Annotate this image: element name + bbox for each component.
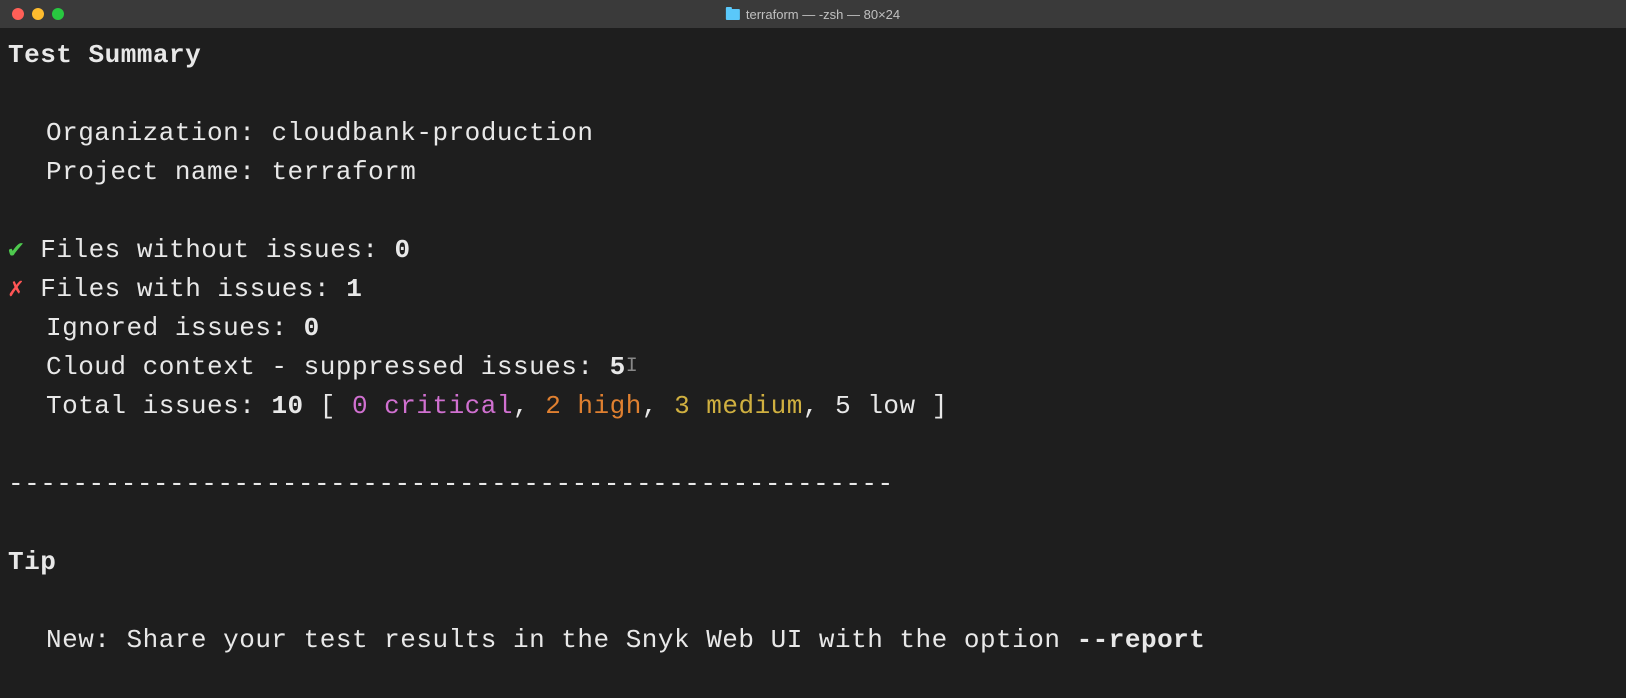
blank-line	[8, 426, 1618, 465]
ignored-label: Ignored issues:	[46, 313, 304, 343]
tip-flag: --report	[1077, 625, 1206, 655]
terminal-output[interactable]: Test Summary Organization: cloudbank-pro…	[0, 28, 1626, 668]
tip-row: New: Share your test results in the Snyk…	[8, 621, 1618, 660]
total-row: Total issues: 10 [ 0 critical, 2 high, 3…	[8, 387, 1618, 426]
low-count: 5 low	[835, 391, 916, 421]
x-icon: ✗	[8, 274, 24, 304]
traffic-lights	[12, 8, 64, 20]
organization-label: Organization:	[46, 118, 271, 148]
sep: ,	[803, 391, 835, 421]
title-text: terraform — -zsh — 80×24	[746, 7, 900, 22]
files-with-issues-label: Files with issues:	[40, 274, 346, 304]
ignored-row: Ignored issues: 0	[8, 309, 1618, 348]
total-value: 10	[271, 391, 303, 421]
suppressed-label: Cloud context - suppressed issues:	[46, 352, 610, 382]
maximize-button[interactable]	[52, 8, 64, 20]
suppressed-row: Cloud context - suppressed issues: 5I	[8, 348, 1618, 387]
files-without-issues-row: ✔ Files without issues: 0	[8, 231, 1618, 270]
minimize-button[interactable]	[32, 8, 44, 20]
text-cursor-icon: I	[626, 355, 639, 378]
blank-line	[8, 582, 1618, 621]
divider: ----------------------------------------…	[8, 465, 1618, 504]
suppressed-value: 5	[610, 352, 626, 382]
window-title: terraform — -zsh — 80×24	[726, 7, 900, 22]
critical-count: 0 critical	[352, 391, 513, 421]
files-with-issues-row: ✗ Files with issues: 1	[8, 270, 1618, 309]
files-without-issues-value: 0	[395, 235, 411, 265]
files-without-issues-label: Files without issues:	[40, 235, 394, 265]
sep: ,	[642, 391, 674, 421]
bracket-open: [	[304, 391, 352, 421]
tip-heading: Tip	[8, 543, 1618, 582]
medium-count: 3 medium	[674, 391, 803, 421]
tip-text: New: Share your test results in the Snyk…	[46, 625, 1077, 655]
folder-icon	[726, 9, 740, 20]
summary-heading: Test Summary	[8, 36, 1618, 75]
window-titlebar: terraform — -zsh — 80×24	[0, 0, 1626, 28]
ignored-value: 0	[304, 313, 320, 343]
files-with-issues-value: 1	[346, 274, 362, 304]
blank-line	[8, 504, 1618, 543]
close-button[interactable]	[12, 8, 24, 20]
project-label: Project name:	[46, 157, 271, 187]
blank-line	[8, 192, 1618, 231]
project-value: terraform	[271, 157, 416, 187]
total-label: Total issues:	[46, 391, 271, 421]
blank-line	[8, 75, 1618, 114]
project-row: Project name: terraform	[8, 153, 1618, 192]
organization-value: cloudbank-production	[271, 118, 593, 148]
bracket-close: ]	[916, 391, 948, 421]
sep: ,	[513, 391, 545, 421]
check-icon: ✔	[8, 235, 24, 265]
organization-row: Organization: cloudbank-production	[8, 114, 1618, 153]
high-count: 2 high	[545, 391, 642, 421]
